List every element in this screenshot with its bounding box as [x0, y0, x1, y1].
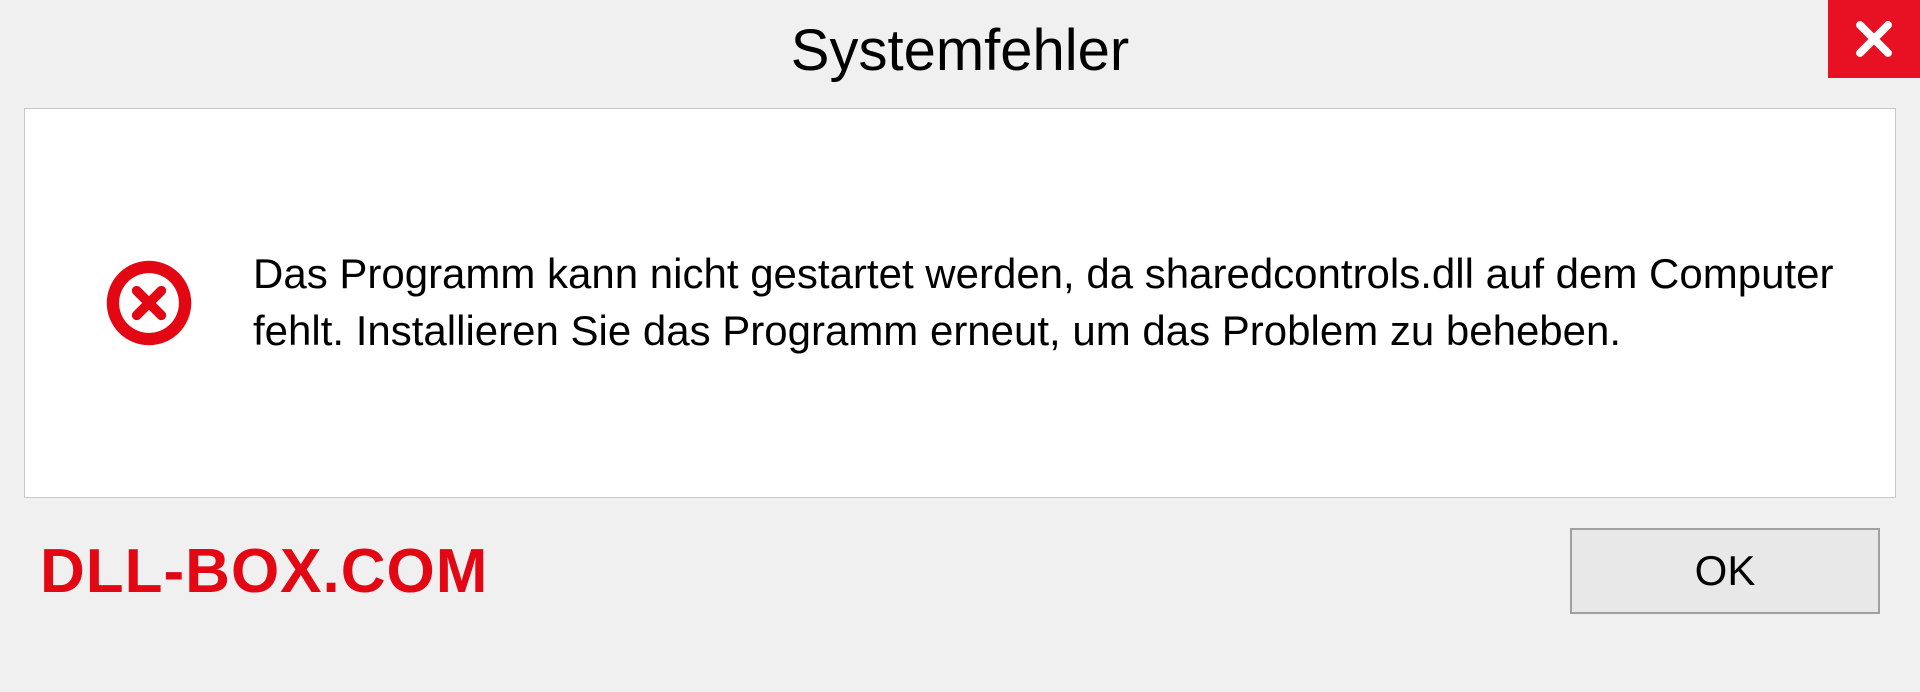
titlebar: Systemfehler — [0, 0, 1920, 100]
dialog-title: Systemfehler — [791, 17, 1129, 84]
content-panel: Das Programm kann nicht gestartet werden… — [24, 108, 1896, 498]
footer: DLL-BOX.COM OK — [0, 498, 1920, 614]
watermark-text: DLL-BOX.COM — [40, 536, 488, 607]
ok-button[interactable]: OK — [1570, 528, 1880, 614]
close-icon — [1853, 18, 1895, 60]
error-message: Das Programm kann nicht gestartet werden… — [253, 246, 1835, 359]
error-icon — [105, 259, 193, 347]
close-button[interactable] — [1828, 0, 1920, 78]
